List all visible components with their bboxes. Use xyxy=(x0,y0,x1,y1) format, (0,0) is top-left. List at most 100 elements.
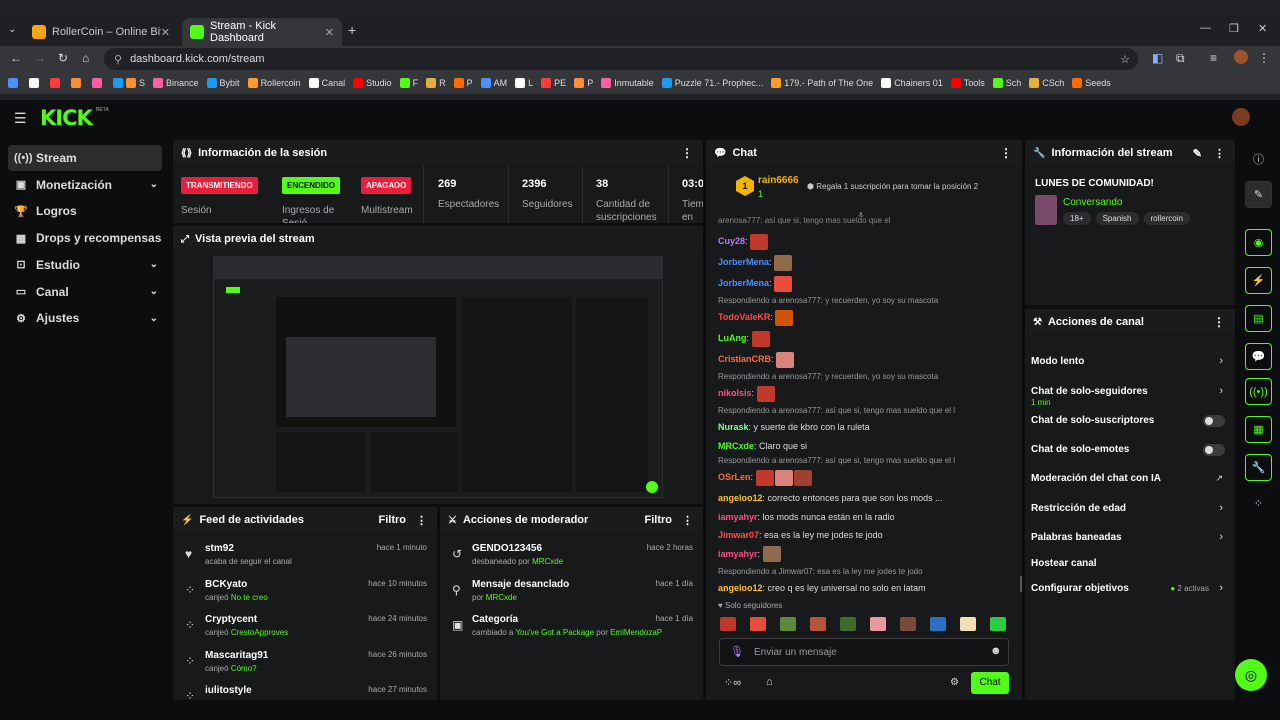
mod-action-target[interactable]: MRCxde xyxy=(532,557,563,566)
bookmark-item[interactable]: Rollercoin xyxy=(247,78,301,88)
chevron-right-icon[interactable]: › xyxy=(1219,385,1223,397)
chat-username[interactable]: LuAng xyxy=(718,333,747,343)
chat-input[interactable]: 🎙 Enviar un mensaje ☻ xyxy=(719,638,1009,666)
address-bar[interactable]: ⚲ dashboard.kick.com/stream ☆ xyxy=(104,48,1138,70)
menu-icon[interactable]: ☰ xyxy=(14,110,27,127)
sidebar-item-1[interactable]: ▣ Monetización ⌄ xyxy=(8,172,162,198)
feed-filter-button[interactable]: Filtro xyxy=(379,514,407,526)
bookmark-item[interactable]: 179.- Path of The One xyxy=(771,78,873,88)
bookmark-item[interactable]: Canal xyxy=(308,78,345,88)
stream-tag[interactable]: 18+ xyxy=(1063,212,1091,225)
tab-kick-dashboard[interactable]: Stream - Kick Dashboard ✕ xyxy=(182,18,342,46)
chrome-menu-icon[interactable]: ⋮ xyxy=(1258,51,1270,65)
more-options-icon[interactable]: ⋮ xyxy=(1213,315,1225,329)
quick-emote-icon[interactable] xyxy=(780,617,796,631)
media-icon[interactable]: ≡ xyxy=(1210,51,1217,65)
bookmark-item[interactable]: Sch xyxy=(992,78,1021,88)
quick-emote-icon[interactable] xyxy=(930,617,946,631)
chevron-right-icon[interactable]: › xyxy=(1219,531,1223,543)
chat-username[interactable]: nikolsis xyxy=(718,388,752,398)
channel-action-label[interactable]: Chat de solo-seguidores xyxy=(1031,386,1231,397)
mod-action-target[interactable]: EmiMendozaP xyxy=(610,628,662,637)
close-window-icon[interactable]: ✕ xyxy=(1258,22,1267,35)
chat-username[interactable]: Jimwar07 xyxy=(718,530,759,540)
sidebar-item-3[interactable]: ▦ Drops y recompensas xyxy=(8,225,162,251)
kick-logo[interactable]: KICK xyxy=(40,106,93,130)
store-icon[interactable]: ⌂ xyxy=(766,676,773,688)
chat-username[interactable]: OSrLen xyxy=(718,472,751,482)
chevron-right-icon[interactable]: › xyxy=(1219,502,1223,514)
sidebar-item-2[interactable]: 🏆 Logros xyxy=(8,198,162,224)
bookmark-item[interactable]: Inmutable xyxy=(601,78,654,88)
maximize-icon[interactable]: ❐ xyxy=(1229,22,1239,35)
quick-emote-icon[interactable] xyxy=(840,617,856,631)
gift-leader-name[interactable]: rain6666 xyxy=(758,175,799,186)
sidebar-item-4[interactable]: ⊡ Estudio ⌄ xyxy=(8,252,162,278)
quick-emote-icon[interactable] xyxy=(870,617,886,631)
chat-username[interactable]: JorberMena xyxy=(718,257,769,267)
chevron-right-icon[interactable]: › xyxy=(1219,582,1223,594)
sidebar-item-0[interactable]: ((•)) Stream xyxy=(8,145,162,171)
feed-user-name[interactable]: Cryptycent xyxy=(205,614,257,625)
sidebar-item-5[interactable]: ▭ Canal ⌄ xyxy=(8,279,162,305)
bookmark-favicon-icon[interactable] xyxy=(29,78,39,88)
channel-action-label[interactable]: Hostear canal xyxy=(1031,558,1231,569)
profile-avatar[interactable] xyxy=(1234,50,1248,64)
camera-icon[interactable]: ◉ xyxy=(1245,229,1272,256)
chat-username[interactable]: CristianCRB xyxy=(718,354,771,364)
category-link[interactable]: Conversando xyxy=(1063,197,1122,208)
bookmark-item[interactable]: Studio xyxy=(353,78,392,88)
chat-username[interactable]: angeloo12 xyxy=(718,493,763,503)
quick-emote-icon[interactable] xyxy=(720,617,736,631)
channel-action-label[interactable]: Modo lento xyxy=(1031,356,1231,367)
mic-icon[interactable]: 🎙 xyxy=(730,645,744,658)
chat-username[interactable]: angeloo12 xyxy=(718,583,763,593)
channel-action-label[interactable]: Chat de solo-suscriptores xyxy=(1031,415,1231,426)
chat-scrollbar[interactable] xyxy=(1020,576,1022,592)
sidebar-item-6[interactable]: ⚙ Ajustes ⌄ xyxy=(8,305,162,331)
broadcast-rail-icon[interactable]: ((•)) xyxy=(1245,378,1272,405)
send-chat-button[interactable]: Chat xyxy=(971,672,1009,694)
forward-icon[interactable]: → xyxy=(34,51,46,65)
external-link-icon[interactable]: ↗ xyxy=(1215,473,1223,484)
emoji-icon[interactable]: ☻ xyxy=(990,645,1002,657)
bookmark-item[interactable]: Chainers 01 xyxy=(881,78,943,88)
quick-emote-icon[interactable] xyxy=(900,617,916,631)
bookmark-favicon-icon[interactable] xyxy=(92,78,102,88)
stream-tag[interactable]: Spanish xyxy=(1095,212,1139,225)
mod-action-target[interactable]: You've Got a Package xyxy=(515,628,594,637)
bookmark-item[interactable]: Seeds xyxy=(1072,78,1111,88)
chat-username[interactable]: TodoValeKR xyxy=(718,312,770,322)
chat-settings-icon[interactable]: ⚙ xyxy=(950,677,959,688)
bookmark-item[interactable]: Bybit xyxy=(206,78,240,88)
quick-emote-icon[interactable] xyxy=(810,617,826,631)
bookmark-item[interactable]: L xyxy=(515,78,533,88)
bookmark-item[interactable]: PE xyxy=(541,78,566,88)
support-fab-icon[interactable]: ◎ xyxy=(1235,659,1267,691)
reload-icon[interactable]: ↻ xyxy=(58,51,68,65)
chat-rail-icon[interactable]: 💬 xyxy=(1245,343,1272,370)
bookmark-item[interactable]: Tools xyxy=(950,78,985,88)
user-avatar[interactable] xyxy=(1232,108,1250,126)
home-icon[interactable]: ⌂ xyxy=(82,51,89,65)
quick-emote-icon[interactable] xyxy=(990,617,1006,631)
close-tab-icon[interactable]: ✕ xyxy=(325,26,334,39)
mod-filter-button[interactable]: Filtro xyxy=(645,514,673,526)
channel-action-label[interactable]: Palabras baneadas xyxy=(1031,532,1231,543)
bookmark-favicon-icon[interactable] xyxy=(8,78,18,88)
extension-icon[interactable]: ◧ xyxy=(1152,51,1163,65)
channel-action-label[interactable]: Chat de solo-emotes xyxy=(1031,444,1231,455)
more-options-icon[interactable]: ⋮ xyxy=(416,514,427,527)
bookmark-star-icon[interactable]: ☆ xyxy=(1120,53,1130,66)
feed-user-name[interactable]: stm92 xyxy=(205,543,234,554)
quick-emote-icon[interactable] xyxy=(750,617,766,631)
stream-preview-video[interactable] xyxy=(213,256,663,498)
stream-tag[interactable]: rollercoin xyxy=(1143,212,1190,225)
bookmark-item[interactable]: R xyxy=(426,78,446,88)
edit-icon[interactable]: ✎ xyxy=(1193,147,1202,160)
chat-username[interactable]: JorberMena xyxy=(718,278,769,288)
bookmark-favicon-icon[interactable] xyxy=(71,78,81,88)
bookmark-item[interactable]: Puzzle 71.- Prophec... xyxy=(661,78,763,88)
tab-search-icon[interactable]: ⌄ xyxy=(8,24,16,35)
bookmark-item[interactable]: CSch xyxy=(1029,78,1064,88)
